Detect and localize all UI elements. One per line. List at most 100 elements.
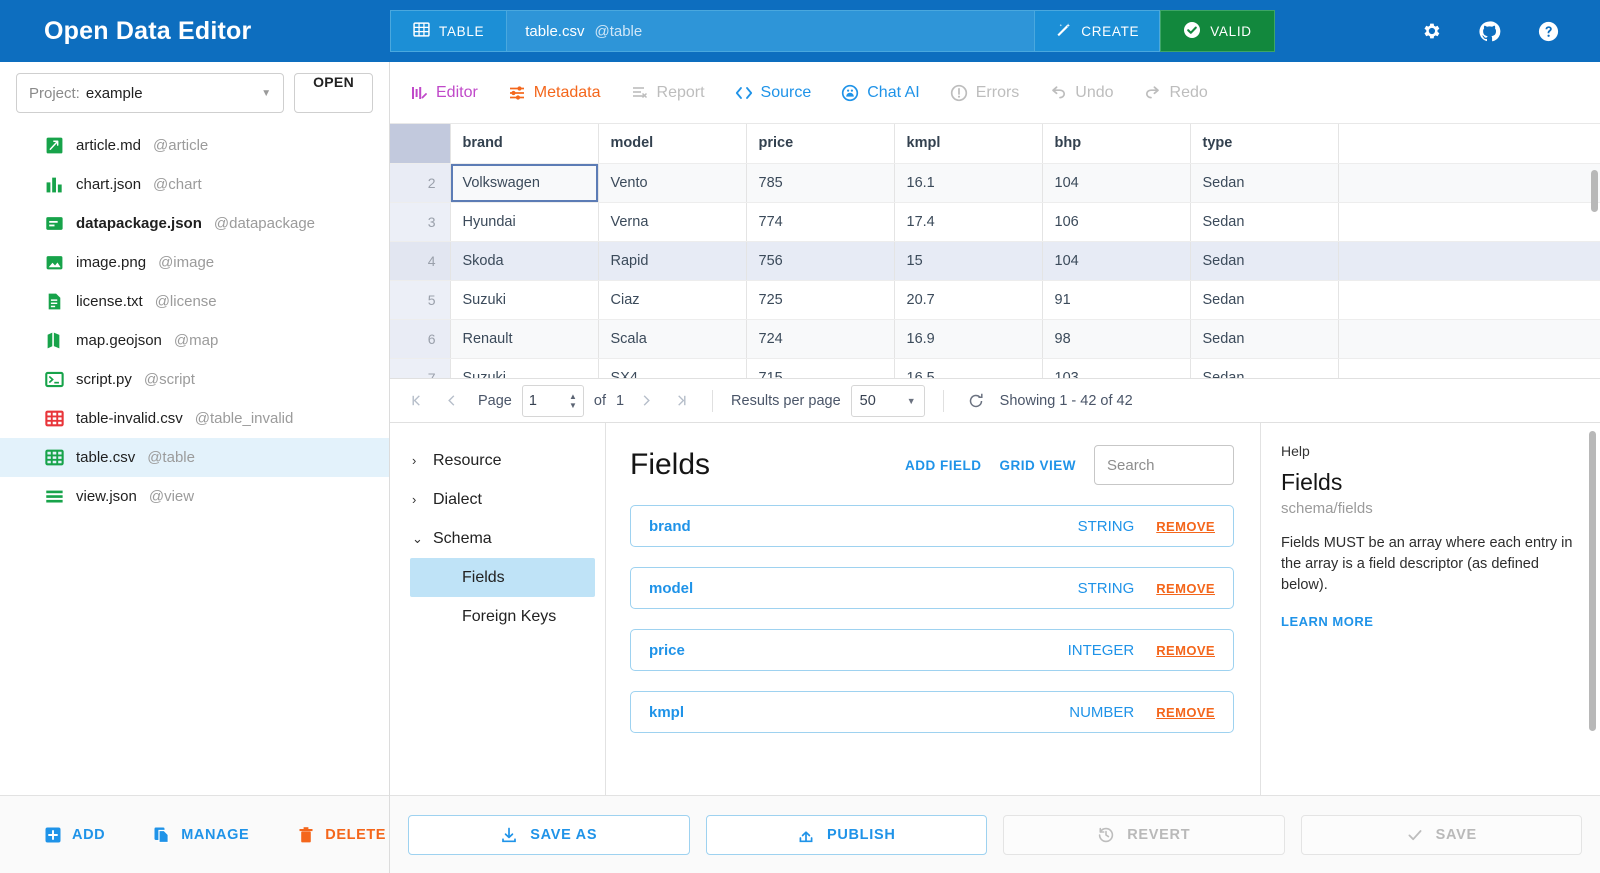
table-row[interactable]: 7SuzukiSX471516.5103Sedan: [390, 358, 1600, 378]
table-cell[interactable]: 16.1: [894, 163, 1042, 202]
tab-source[interactable]: Source: [733, 80, 814, 106]
file-item[interactable]: article.md@article: [0, 126, 389, 165]
table-row[interactable]: 3HyundaiVerna77417.4106Sedan: [390, 202, 1600, 241]
table-cell[interactable]: 715: [746, 358, 894, 378]
file-item[interactable]: table.csv@table: [0, 438, 389, 477]
file-item[interactable]: chart.json@chart: [0, 165, 389, 204]
table-cell[interactable]: Suzuki: [450, 358, 598, 378]
tab-chat-ai[interactable]: Chat AI: [839, 80, 921, 106]
page-number-input[interactable]: 1 ▲▼: [522, 385, 584, 417]
first-page-button[interactable]: [404, 393, 429, 408]
field-card[interactable]: kmplNUMBERREMOVE: [630, 691, 1234, 733]
data-grid-scroll[interactable]: brandmodelpricekmplbhptype 2VolkswagenVe…: [390, 124, 1600, 378]
nav-leaf-foreign-keys[interactable]: Foreign Keys: [410, 597, 595, 636]
table-row[interactable]: 6RenaultScala72416.998Sedan: [390, 319, 1600, 358]
table-cell[interactable]: SX4: [598, 358, 746, 378]
table-cell[interactable]: 103: [1042, 358, 1190, 378]
table-cell[interactable]: 16.9: [894, 319, 1042, 358]
project-select[interactable]: Project: example ▼: [16, 73, 284, 113]
file-item[interactable]: table-invalid.csv@table_invalid: [0, 399, 389, 438]
field-card[interactable]: modelSTRINGREMOVE: [630, 567, 1234, 609]
table-cell[interactable]: Sedan: [1190, 241, 1338, 280]
validation-status-button[interactable]: VALID: [1160, 10, 1275, 52]
tab-metadata[interactable]: Metadata: [506, 80, 603, 106]
create-button[interactable]: CREATE: [1035, 10, 1160, 52]
grid-vertical-scrollbar[interactable]: [1591, 170, 1598, 212]
table-cell[interactable]: 756: [746, 241, 894, 280]
table-cell[interactable]: 104: [1042, 163, 1190, 202]
gear-icon[interactable]: [1420, 20, 1442, 42]
table-cell[interactable]: Rapid: [598, 241, 746, 280]
prev-page-button[interactable]: [439, 393, 464, 408]
column-header[interactable]: kmpl: [894, 124, 1042, 163]
add-button[interactable]: ADD: [44, 826, 105, 844]
column-header[interactable]: price: [746, 124, 894, 163]
table-row[interactable]: 2VolkswagenVento78516.1104Sedan: [390, 163, 1600, 202]
field-card[interactable]: priceINTEGERREMOVE: [630, 629, 1234, 671]
search-input[interactable]: Search: [1094, 445, 1234, 485]
tab-editor[interactable]: Editor: [408, 80, 480, 106]
next-page-button[interactable]: [634, 393, 659, 408]
file-item[interactable]: image.png@image: [0, 243, 389, 282]
help-vertical-scrollbar[interactable]: [1589, 431, 1596, 731]
page-stepper-icon[interactable]: ▲▼: [569, 393, 577, 409]
table-cell[interactable]: Vento: [598, 163, 746, 202]
save-as-button[interactable]: SAVE AS: [408, 815, 690, 855]
table-row[interactable]: 5SuzukiCiaz72520.791Sedan: [390, 280, 1600, 319]
nav-node-dialect[interactable]: ›Dialect: [390, 480, 605, 519]
table-cell[interactable]: Ciaz: [598, 280, 746, 319]
table-cell[interactable]: 98: [1042, 319, 1190, 358]
table-cell[interactable]: Skoda: [450, 241, 598, 280]
open-project-button[interactable]: OPEN: [294, 73, 373, 113]
table-cell[interactable]: Sedan: [1190, 319, 1338, 358]
table-cell[interactable]: 104: [1042, 241, 1190, 280]
column-header[interactable]: type: [1190, 124, 1338, 163]
column-header[interactable]: brand: [450, 124, 598, 163]
last-page-button[interactable]: [669, 393, 694, 408]
table-cell[interactable]: Renault: [450, 319, 598, 358]
table-cell[interactable]: Sedan: [1190, 358, 1338, 378]
table-cell[interactable]: Volkswagen: [450, 163, 598, 202]
table-cell[interactable]: Sedan: [1190, 280, 1338, 319]
table-cell[interactable]: Sedan: [1190, 163, 1338, 202]
table-row[interactable]: 4SkodaRapid75615104Sedan: [390, 241, 1600, 280]
field-card[interactable]: brandSTRINGREMOVE: [630, 505, 1234, 547]
column-header[interactable]: bhp: [1042, 124, 1190, 163]
column-header[interactable]: model: [598, 124, 746, 163]
nav-node-resource[interactable]: ›Resource: [390, 441, 605, 480]
file-item[interactable]: view.json@view: [0, 477, 389, 516]
table-cell[interactable]: 724: [746, 319, 894, 358]
table-cell[interactable]: Sedan: [1190, 202, 1338, 241]
help-icon[interactable]: [1537, 20, 1560, 43]
table-cell[interactable]: 725: [746, 280, 894, 319]
file-item[interactable]: script.py@script: [0, 360, 389, 399]
table-cell[interactable]: 785: [746, 163, 894, 202]
file-item[interactable]: map.geojson@map: [0, 321, 389, 360]
refresh-icon[interactable]: [962, 392, 990, 410]
filename-field[interactable]: table.csv @table: [507, 10, 1035, 52]
table-cell[interactable]: Hyundai: [450, 202, 598, 241]
remove-field-button[interactable]: REMOVE: [1156, 643, 1215, 658]
table-cell[interactable]: Suzuki: [450, 280, 598, 319]
add-field-button[interactable]: ADD FIELD: [905, 458, 982, 473]
table-cell[interactable]: 91: [1042, 280, 1190, 319]
github-icon[interactable]: [1478, 20, 1501, 43]
grid-view-button[interactable]: GRID VIEW: [999, 458, 1076, 473]
table-cell[interactable]: 20.7: [894, 280, 1042, 319]
table-cell[interactable]: 17.4: [894, 202, 1042, 241]
remove-field-button[interactable]: REMOVE: [1156, 519, 1215, 534]
table-cell[interactable]: 15: [894, 241, 1042, 280]
remove-field-button[interactable]: REMOVE: [1156, 581, 1215, 596]
table-cell[interactable]: 16.5: [894, 358, 1042, 378]
file-item[interactable]: license.txt@license: [0, 282, 389, 321]
table-cell[interactable]: Scala: [598, 319, 746, 358]
nav-leaf-fields[interactable]: Fields: [410, 558, 595, 597]
nav-node-schema[interactable]: ⌄Schema: [390, 519, 605, 558]
remove-field-button[interactable]: REMOVE: [1156, 705, 1215, 720]
manage-button[interactable]: MANAGE: [153, 826, 249, 844]
results-per-page-select[interactable]: 50 ▼: [851, 385, 925, 417]
file-item[interactable]: datapackage.json@datapackage: [0, 204, 389, 243]
table-cell[interactable]: 106: [1042, 202, 1190, 241]
learn-more-link[interactable]: LEARN MORE: [1281, 614, 1576, 629]
delete-button[interactable]: DELETE: [297, 826, 386, 844]
